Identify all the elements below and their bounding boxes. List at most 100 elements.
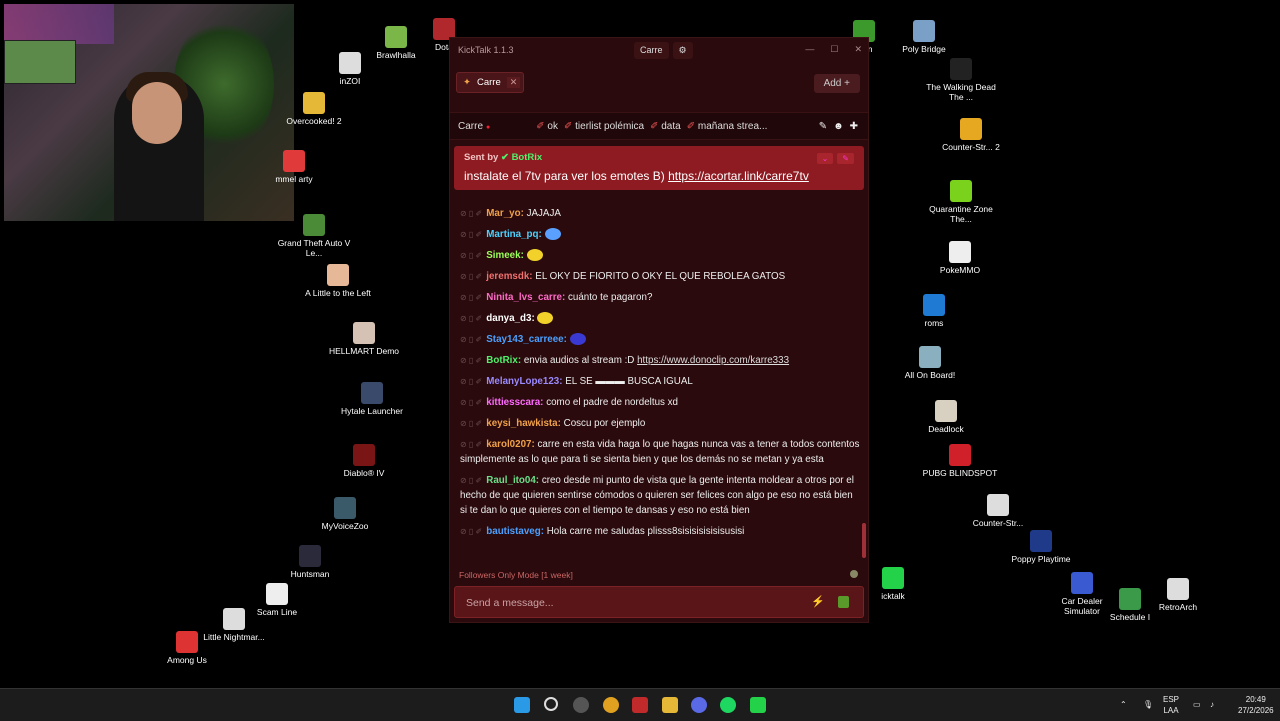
desktop-icon[interactable]: PUBG BLINDSPOT [922, 444, 998, 478]
pin-icon[interactable]: ✎ [819, 121, 827, 132]
mod-actions-icon[interactable]: ⊘ ▯ ✐ [460, 293, 482, 302]
pushpin-icon[interactable]: ✚ [850, 121, 858, 132]
mod-actions-icon[interactable]: ⊘ ▯ ✐ [460, 527, 482, 536]
chat-message[interactable]: ⊘ ▯ ✐ jeremsdk: EL OKY DE FIORITO O OKY E… [450, 266, 868, 287]
settings-icon[interactable]: ⚙ [672, 42, 693, 59]
botrix-name[interactable]: ✔ BotRix [501, 152, 542, 163]
desktop-icon[interactable]: The Walking Dead The ... [923, 58, 999, 102]
desktop-icon[interactable]: All On Board! [892, 346, 968, 380]
chat-message[interactable]: ⊘ ▯ ✐ karol0207: carre en esta vida haga … [450, 434, 868, 470]
spotify-icon[interactable] [720, 697, 736, 713]
chat-input[interactable] [464, 596, 788, 610]
tab-carre[interactable]: ✦ Carre ✕ [456, 71, 524, 93]
desktop-icon[interactable]: RetroArch [1140, 578, 1216, 612]
chat-message[interactable]: ⊘ ▯ ✐ Mar_yo: JAJAJA [450, 203, 868, 224]
channel-chip[interactable]: Carre [634, 42, 669, 59]
chat-message[interactable]: ⊘ ▯ ✐ BotRix: envia audios al stream :D h… [450, 350, 868, 371]
add-button[interactable]: Add + [813, 74, 860, 93]
desktop-icon[interactable]: Quarantine Zone The... [923, 180, 999, 224]
chat-message[interactable]: ⊘ ▯ ✐ danya_d3: [450, 308, 868, 329]
desktop-icon[interactable]: Grand Theft Auto V Le... [276, 214, 352, 258]
mod-actions-icon[interactable]: ⊘ ▯ ✐ [460, 251, 482, 260]
tab-close-icon[interactable]: ✕ [506, 76, 521, 88]
chevron-up-icon[interactable]: ⌃ [1120, 699, 1127, 710]
chat-message[interactable]: ⊘ ▯ ✐ kittiesscara: como el padre de nord… [450, 392, 868, 413]
desktop-icon[interactable]: Poppy Playtime [1003, 530, 1079, 564]
desktop-icon[interactable]: Overcooked! 2 [276, 92, 352, 126]
desktop-icon[interactable]: Among Us [149, 631, 225, 665]
obs-icon[interactable] [573, 697, 589, 713]
chat-username[interactable]: BotRix: [486, 355, 521, 366]
search-icon[interactable] [544, 697, 558, 711]
chat-username[interactable]: kittiesscara: [486, 397, 543, 408]
volume-icon[interactable]: ♪ [1210, 699, 1214, 710]
emote-picker-icon[interactable]: ⚡ [811, 595, 825, 608]
chat-message[interactable]: ⊘ ▯ ✐ Raul_ito04: creo desde mi punto de … [450, 470, 868, 521]
maximize-icon[interactable]: ☐ [830, 44, 838, 55]
folder-icon[interactable] [662, 697, 678, 713]
chat-username[interactable]: Simeek: [486, 250, 524, 261]
chat-username[interactable]: MelanyLope123: [486, 376, 562, 387]
desktop-icon[interactable]: Diablo® IV [326, 444, 402, 478]
chat-message[interactable]: ⊘ ▯ ✐ MelanyLope123: EL SE ▬▬▬ BUSCA IGUA… [450, 371, 868, 392]
desktop-icon[interactable]: Huntsman [272, 545, 348, 579]
desktop-icon[interactable]: roms [896, 294, 972, 328]
discord-icon[interactable] [691, 697, 707, 713]
mod-actions-icon[interactable]: ⊘ ▯ ✐ [460, 440, 482, 449]
pinned-tag[interactable]: data [650, 121, 680, 132]
unpin-icon[interactable]: ✎ [837, 153, 854, 164]
windows-start-icon[interactable] [514, 697, 530, 713]
chat-list[interactable]: ⊘ ▯ ✐ Mar_yo: JAJAJA ⊘ ▯ ✐ Martina_pq: ⊘ ▯ … [450, 203, 868, 563]
info-icon[interactable] [850, 570, 858, 578]
desktop-icon[interactable]: A Little to the Left [300, 264, 376, 298]
mod-actions-icon[interactable]: ⊘ ▯ ✐ [460, 398, 482, 407]
microphone-icon[interactable]: 🎙 [1143, 699, 1153, 710]
chat-username[interactable]: danya_d3: [486, 313, 534, 324]
chat-username[interactable]: keysi_hawkista: [486, 418, 561, 429]
chat-link[interactable]: https://www.donoclip.com/karre333 [637, 355, 789, 366]
mod-actions-icon[interactable]: ⊘ ▯ ✐ [460, 272, 482, 281]
chat-message[interactable]: ⊘ ▯ ✐ Martina_pq: [450, 224, 868, 245]
pinned-tag[interactable]: mañana strea... [687, 121, 767, 132]
kicktalk-taskbar-icon[interactable] [750, 697, 766, 713]
mod-actions-icon[interactable]: ⊘ ▯ ✐ [460, 209, 482, 218]
pinned-tag[interactable]: tierlist polémica [564, 121, 644, 132]
desktop-icon[interactable]: Hytale Launcher [334, 382, 410, 416]
chat-username[interactable]: bautistaveg: [486, 526, 544, 537]
language-indicator[interactable]: ESP LAA [1163, 694, 1179, 716]
app-icon[interactable] [632, 697, 648, 713]
minimize-icon[interactable]: — [805, 44, 814, 55]
mod-actions-icon[interactable]: ⊘ ▯ ✐ [460, 314, 482, 323]
clock[interactable]: 20:49 27/2/2026 [1238, 694, 1274, 716]
chat-message[interactable]: ⊘ ▯ ✐ Stay143_carreee: [450, 329, 868, 350]
chat-username[interactable]: jeremsdk: [486, 271, 532, 282]
pinned-link[interactable]: https://acortar.link/carre7tv [668, 169, 809, 183]
chrome-icon[interactable] [603, 697, 619, 713]
chat-message[interactable]: ⊘ ▯ ✐ keysi_hawkista: Coscu por ejemplo [450, 413, 868, 434]
chat-username[interactable]: Martina_pq: [486, 229, 542, 240]
mod-actions-icon[interactable]: ⊘ ▯ ✐ [460, 377, 482, 386]
chat-message[interactable]: ⊘ ▯ ✐ Ninita_lvs_carre: cuánto te pagaron… [450, 287, 868, 308]
chat-username[interactable]: karol0207: [486, 439, 534, 450]
desktop-icon[interactable]: Poly Bridge [886, 20, 962, 54]
chevron-down-icon[interactable]: ⌄ [816, 153, 834, 164]
pinned-tag[interactable]: ok [536, 121, 558, 132]
mod-actions-icon[interactable]: ⊘ ▯ ✐ [460, 419, 482, 428]
desktop-icon[interactable]: PokeMMO [922, 241, 998, 275]
chat-username[interactable]: Ninita_lvs_carre: [486, 292, 565, 303]
scrollbar[interactable] [862, 523, 866, 558]
chat-username[interactable]: Raul_ito04: [486, 475, 539, 486]
chat-message[interactable]: ⊘ ▯ ✐ bautistaveg: Hola carre me saludas … [450, 521, 868, 542]
mod-actions-icon[interactable]: ⊘ ▯ ✐ [460, 230, 482, 239]
desktop-icon[interactable]: Counter-Str... [960, 494, 1036, 528]
send-icon[interactable] [838, 596, 849, 608]
network-icon[interactable]: ▭ [1193, 699, 1201, 710]
close-icon[interactable]: ✕ [854, 44, 862, 55]
channel-name[interactable]: Carre ● [458, 121, 490, 132]
desktop-icon[interactable]: mmel arty [256, 150, 332, 184]
desktop-icon[interactable]: Deadlock [908, 400, 984, 434]
mod-actions-icon[interactable]: ⊘ ▯ ✐ [460, 356, 482, 365]
desktop-icon[interactable]: Counter-Str... 2 [933, 118, 1009, 152]
chat-message[interactable]: ⊘ ▯ ✐ Simeek: [450, 245, 868, 266]
user-icon[interactable]: ☻ [833, 121, 844, 132]
